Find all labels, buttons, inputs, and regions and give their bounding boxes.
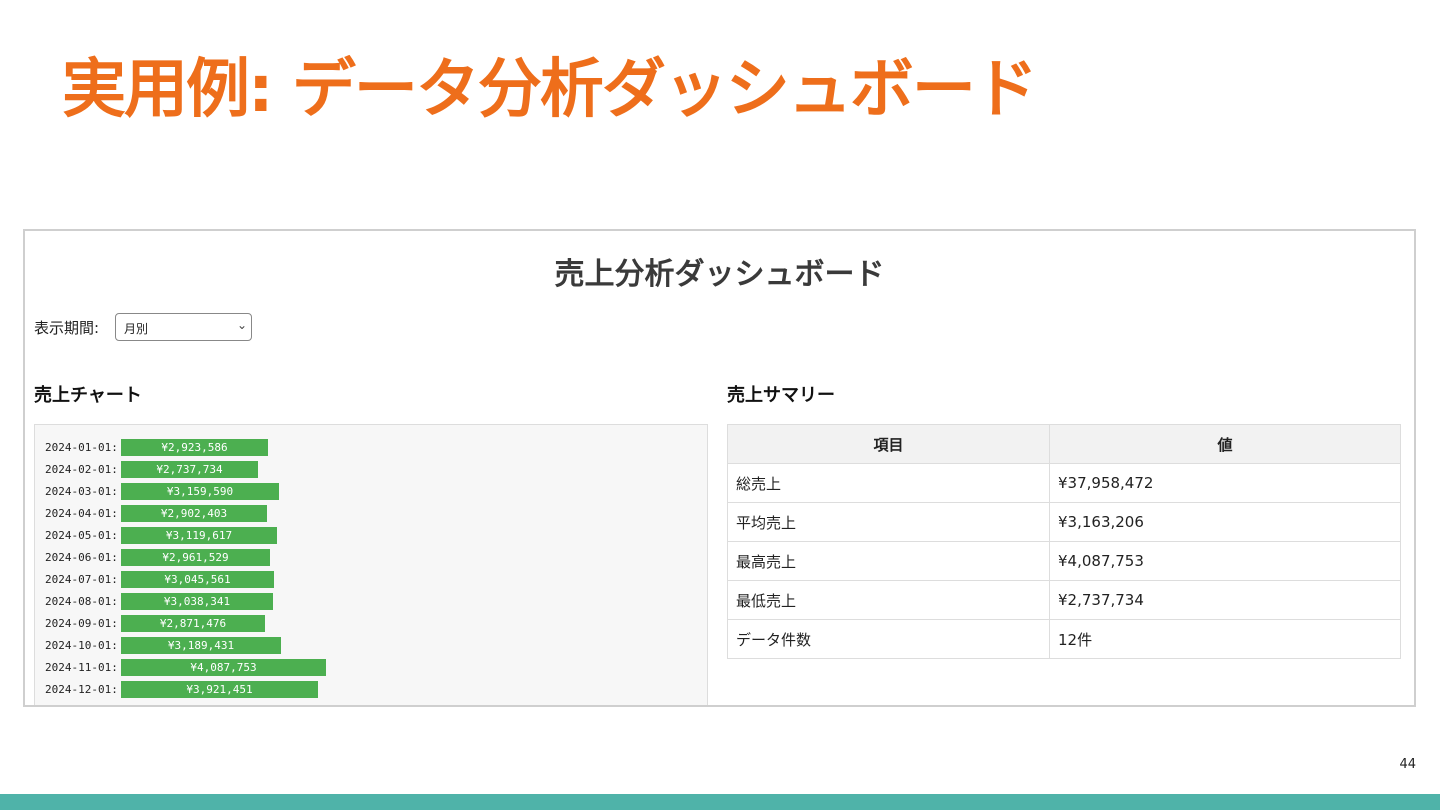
- chart-value-label: ¥3,921,451: [186, 683, 253, 696]
- table-header-row: 項目 値: [727, 424, 1401, 464]
- chart-value-label: ¥3,045,561: [164, 573, 231, 586]
- chart-row: 2024-02-01: ¥2,737,734: [45, 461, 258, 478]
- chart-bar: ¥2,737,734: [121, 461, 258, 478]
- chart-heading: 売上チャート: [34, 385, 142, 406]
- chart-bar: ¥3,038,341: [121, 593, 273, 610]
- table-row: 最低売上 ¥2,737,734: [727, 580, 1401, 620]
- chart-bar: ¥2,961,529: [121, 549, 270, 566]
- chart-row: 2024-04-01: ¥2,902,403: [45, 505, 267, 522]
- period-label: 表示期間:: [34, 319, 100, 337]
- chart-row: 2024-05-01: ¥3,119,617: [45, 527, 277, 544]
- chart-value-label: ¥2,871,476: [159, 617, 227, 630]
- chart-category-label: 2024-09-01:: [45, 617, 118, 630]
- chart-value-label: ¥2,923,586: [161, 441, 228, 454]
- sales-chart: 2024-01-01: ¥2,923,586 2024-02-01: ¥2,737,7…: [34, 424, 708, 705]
- table-row: データ件数 12件: [727, 619, 1401, 659]
- chart-category-label: 2024-07-01:: [45, 573, 118, 586]
- chart-category-label: 2024-05-01:: [45, 529, 118, 542]
- chart-category-label: 2024-12-01:: [45, 683, 118, 696]
- slide-title: 実用例: データ分析ダッシュボード: [62, 53, 1038, 127]
- table-cell-label: 平均売上: [727, 502, 1050, 542]
- chart-category-label: 2024-03-01:: [45, 485, 118, 498]
- table-cell-label: 最低売上: [727, 580, 1050, 620]
- table-row: 平均売上 ¥3,163,206: [727, 502, 1401, 542]
- footer-band: [0, 794, 1440, 810]
- table-cell-value: ¥2,737,734: [1049, 580, 1401, 620]
- chart-bar: ¥3,119,617: [121, 527, 277, 544]
- table-cell-value: ¥3,163,206: [1049, 502, 1401, 542]
- table-cell-label: 最高売上: [727, 541, 1050, 581]
- chart-row: 2024-07-01: ¥3,045,561: [45, 571, 274, 588]
- chart-row: 2024-08-01: ¥3,038,341: [45, 593, 273, 610]
- chart-row: 2024-09-01: ¥2,871,476: [45, 615, 265, 632]
- chart-category-label: 2024-06-01:: [45, 551, 118, 564]
- table-cell-label: データ件数: [727, 619, 1050, 659]
- chart-category-label: 2024-08-01:: [45, 595, 118, 608]
- chart-value-label: ¥3,119,617: [165, 529, 233, 542]
- chart-category-label: 2024-04-01:: [45, 507, 118, 520]
- page-number: 44: [1399, 757, 1416, 772]
- summary-heading: 売上サマリー: [727, 385, 835, 406]
- chart-row: 2024-06-01: ¥2,961,529: [45, 549, 270, 566]
- chart-bar: ¥2,923,586: [121, 439, 268, 456]
- table-cell-value: ¥37,958,472: [1049, 463, 1401, 503]
- dashboard-panel: 売上分析ダッシュボード 表示期間: 月別 ⌄ 売上チャート 売上サマリー 202…: [23, 229, 1416, 707]
- chart-value-label: ¥2,737,734: [156, 463, 223, 476]
- table-row: 最高売上 ¥4,087,753: [727, 541, 1401, 581]
- period-select-value: 月別: [124, 322, 149, 336]
- chart-value-label: ¥3,038,341: [163, 595, 231, 608]
- chart-bar: ¥4,087,753: [121, 659, 326, 676]
- table-cell-value: 12件: [1049, 619, 1401, 659]
- period-select[interactable]: 月別 ⌄: [115, 313, 252, 341]
- chart-value-label: ¥3,159,590: [166, 485, 234, 498]
- chart-row: 2024-12-01: ¥3,921,451: [45, 681, 318, 698]
- table-cell-label: 総売上: [727, 463, 1050, 503]
- chart-value-label: ¥2,902,403: [160, 507, 228, 520]
- chart-row: 2024-01-01: ¥2,923,586: [45, 439, 268, 456]
- table-header-item: 項目: [727, 424, 1050, 464]
- chart-category-label: 2024-10-01:: [45, 639, 118, 652]
- summary-table: 項目 値 総売上 ¥37,958,472 平均売上 ¥3,163,206 最高売…: [727, 424, 1401, 659]
- chart-bar: ¥3,189,431: [121, 637, 281, 654]
- chevron-down-icon: ⌄: [236, 318, 247, 332]
- table-cell-value: ¥4,087,753: [1049, 541, 1401, 581]
- chart-value-label: ¥2,961,529: [162, 551, 229, 564]
- chart-category-label: 2024-01-01:: [45, 441, 118, 454]
- chart-row: 2024-11-01: ¥4,087,753: [45, 659, 326, 676]
- dashboard-title: 売上分析ダッシュボード: [554, 257, 885, 292]
- chart-bar: ¥3,045,561: [121, 571, 274, 588]
- chart-category-label: 2024-11-01:: [45, 661, 118, 674]
- chart-bar: ¥2,871,476: [121, 615, 265, 632]
- chart-bar: ¥3,159,590: [121, 483, 279, 500]
- chart-row: 2024-10-01: ¥3,189,431: [45, 637, 281, 654]
- chart-value-label: ¥4,087,753: [190, 661, 257, 674]
- chart-category-label: 2024-02-01:: [45, 463, 118, 476]
- chart-row: 2024-03-01: ¥3,159,590: [45, 483, 279, 500]
- chart-value-label: ¥3,189,431: [167, 639, 235, 652]
- table-header-value: 値: [1049, 424, 1401, 464]
- table-row: 総売上 ¥37,958,472: [727, 463, 1401, 503]
- chart-bar: ¥2,902,403: [121, 505, 267, 522]
- chart-bar: ¥3,921,451: [121, 681, 318, 698]
